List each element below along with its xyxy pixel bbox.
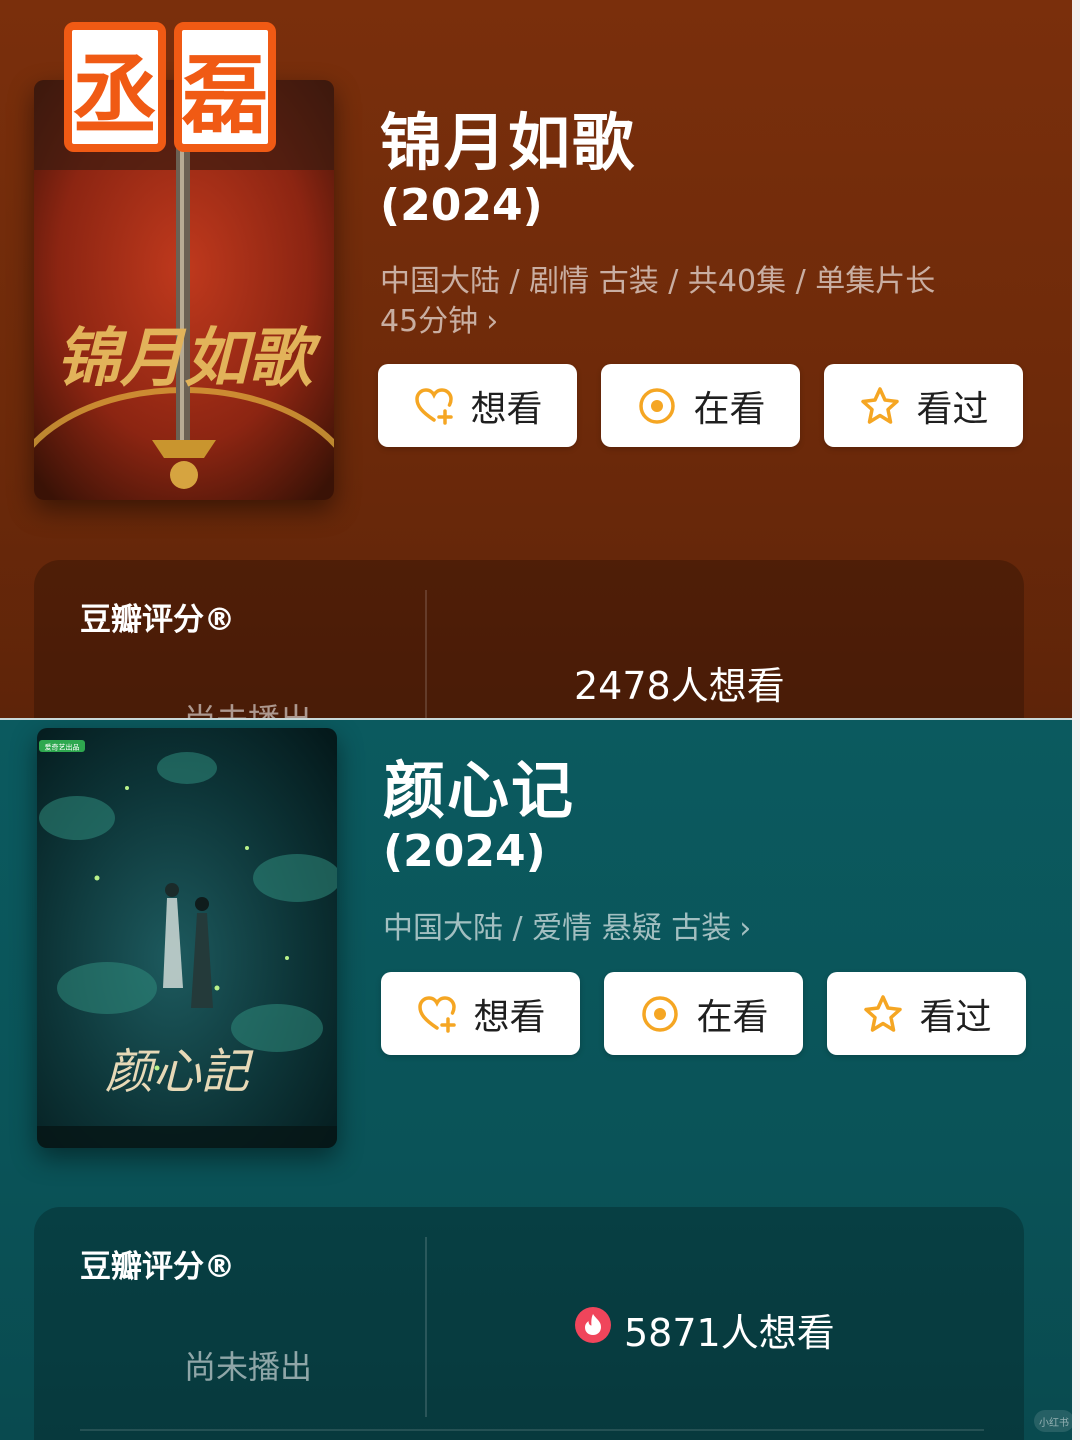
want-button-label: 想看 — [470, 388, 543, 430]
rating-divider — [425, 1237, 427, 1417]
watching-button-label: 在看 — [696, 996, 769, 1038]
want-count-text: 5871人想看 — [624, 1311, 835, 1355]
rating-status: 尚未播出 — [184, 701, 313, 720]
show-year: (2024) — [383, 826, 546, 877]
want-count[interactable]: 2478人想看 — [574, 655, 785, 710]
heart-plus-icon — [412, 384, 456, 428]
hot-flame-icon — [574, 1306, 612, 1353]
want-button[interactable]: 想看 — [378, 364, 577, 447]
show-meta[interactable]: 中国大陆 / 剧情 古装 / 共40集 / 单集片长 45分钟 › — [380, 262, 1020, 342]
show-meta-line1: 中国大陆 / 剧情 古装 / 共40集 / 单集片长 — [380, 264, 936, 299]
watched-button-label: 看过 — [916, 388, 989, 430]
app-watermark: 小红书 — [1034, 1410, 1072, 1432]
show-year: (2024) — [380, 180, 543, 231]
want-count[interactable]: 5871人想看 — [574, 1302, 835, 1357]
poster-badge-text: 爱奇艺出品 — [45, 743, 80, 752]
watched-button[interactable]: 看过 — [824, 364, 1023, 447]
rating-bottom-divider — [80, 1429, 984, 1431]
douban-rating-label: 豆瓣评分® — [80, 602, 235, 638]
douban-rating-label: 豆瓣评分® — [80, 1249, 235, 1285]
target-icon — [638, 992, 682, 1036]
watched-button-label: 看过 — [919, 996, 992, 1038]
watching-button[interactable]: 在看 — [604, 972, 803, 1055]
action-buttons: 想看 在看 看过 — [378, 364, 1023, 447]
poster-jinyue-calligraphy: 锦月如歌 — [56, 323, 322, 394]
action-buttons: 想看 在看 看过 — [381, 972, 1026, 1055]
name-stamp: 丞 磊 — [64, 22, 276, 152]
show-title: 颜心记 — [383, 754, 576, 827]
show-meta[interactable]: 中国大陆 / 爱情 悬疑 古装 › — [383, 909, 1023, 949]
heart-plus-icon — [415, 992, 459, 1036]
stamp-char-2: 磊 — [174, 22, 276, 152]
show-meta-line1: 中国大陆 / 爱情 悬疑 古装 — [383, 911, 732, 946]
rating-card: 豆瓣评分® 尚未播出 2478人想看 — [34, 560, 1024, 720]
watching-button[interactable]: 在看 — [601, 364, 800, 447]
show-title: 锦月如歌 — [380, 106, 637, 179]
star-icon — [858, 384, 902, 428]
poster-yanxin-calligraphy: 颜心記 — [105, 1046, 254, 1099]
stamp-char-1: 丞 — [64, 22, 166, 152]
poster-yanxin-art: 爱奇艺出品 颜心記 — [37, 728, 337, 1148]
rating-card: 豆瓣评分® 尚未播出 5871人想看 — [34, 1207, 1024, 1440]
want-count-text: 2478人想看 — [574, 664, 785, 708]
chevron-right-icon: › — [486, 304, 499, 339]
rating-status: 尚未播出 — [184, 1348, 313, 1386]
target-icon — [635, 384, 679, 428]
watched-button[interactable]: 看过 — [827, 972, 1026, 1055]
show-panel-yanxin: 爱奇艺出品 颜心記 颜心记 (2024) 中国大陆 / 爱情 悬疑 古装 › 想看… — [0, 720, 1072, 1440]
right-edge-strip — [1072, 0, 1080, 1440]
show-panel-jinyue: 锦月如歌 丞 磊 锦月如歌 (2024) 中国大陆 / 剧情 古装 / 共40集… — [0, 0, 1072, 720]
star-icon — [861, 992, 905, 1036]
watching-button-label: 在看 — [693, 388, 766, 430]
want-button-label: 想看 — [473, 996, 546, 1038]
rating-divider — [425, 590, 427, 720]
poster-yanxin[interactable]: 爱奇艺出品 颜心記 — [37, 728, 337, 1148]
show-meta-line2: 45分钟 — [380, 304, 479, 339]
chevron-right-icon: › — [739, 911, 752, 946]
want-button[interactable]: 想看 — [381, 972, 580, 1055]
